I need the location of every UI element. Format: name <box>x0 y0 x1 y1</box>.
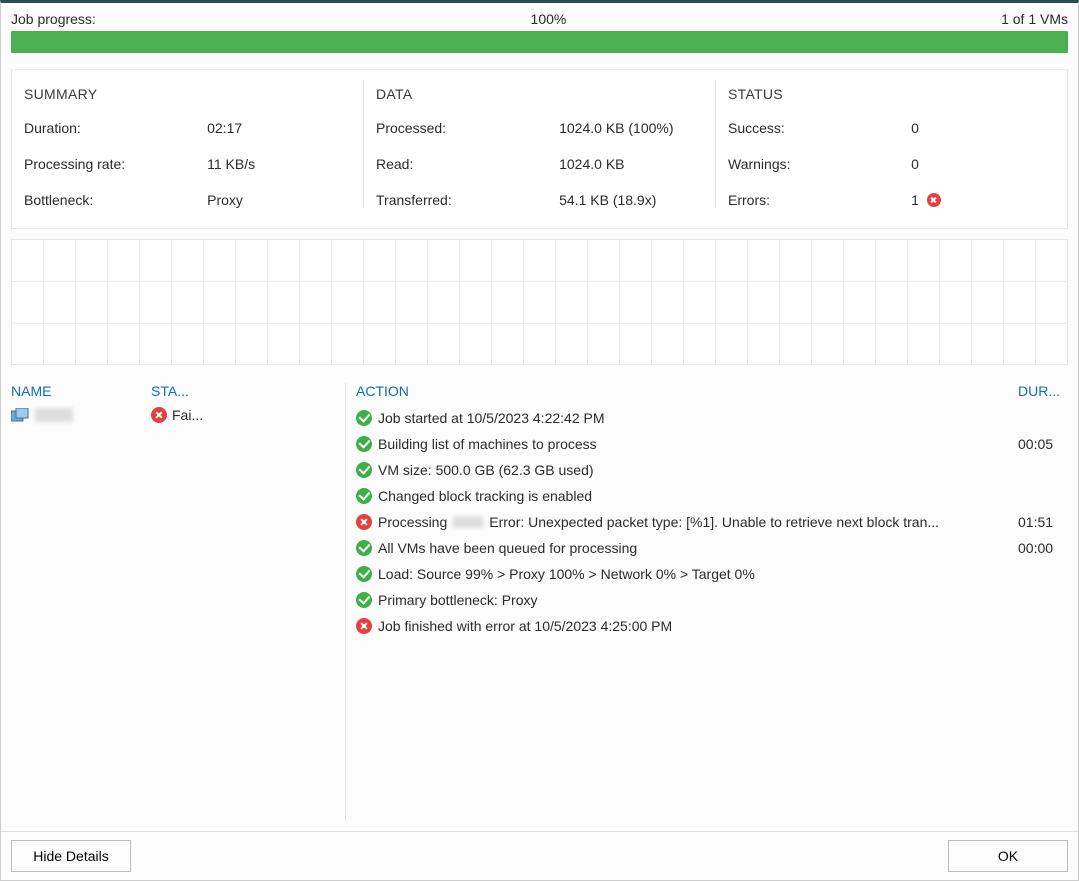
throughput-chart <box>11 239 1068 365</box>
stats-label: Errors: <box>728 192 911 208</box>
action-row[interactable]: Processing Error: Unexpected packet type… <box>356 509 1068 535</box>
action-duration: 00:00 <box>1018 537 1068 559</box>
success-icon <box>356 488 372 504</box>
action-text: Changed block tracking is enabled <box>356 485 1018 507</box>
vm-list: NAME STA... Fai... <box>11 383 346 821</box>
stats-value: 0 <box>911 120 1055 136</box>
success-icon <box>356 540 372 556</box>
action-text: Processing Error: Unexpected packet type… <box>356 511 1018 533</box>
action-text: VM size: 500.0 GB (62.3 GB used) <box>356 459 1018 481</box>
stats-row: Errors:1 <box>728 192 1055 208</box>
header-action[interactable]: ACTION <box>356 383 1018 399</box>
stats-row: Processed:1024.0 KB (100%) <box>376 120 703 136</box>
stats-value: 54.1 KB (18.9x) <box>559 192 703 208</box>
action-duration: 00:05 <box>1018 433 1068 455</box>
vm-status-cell: Fai... <box>151 407 337 423</box>
stats-value: 1024.0 KB (100%) <box>559 120 703 136</box>
success-icon <box>356 566 372 582</box>
progress-header: Job progress: 100% 1 of 1 VMs <box>11 11 1068 27</box>
action-row[interactable]: Job finished with error at 10/5/2023 4:2… <box>356 613 1068 639</box>
success-icon <box>356 462 372 478</box>
stats-value: 1024.0 KB <box>559 156 703 172</box>
action-row[interactable]: Changed block tracking is enabled <box>356 483 1068 509</box>
vm-icon <box>11 408 29 422</box>
success-icon <box>356 410 372 426</box>
stats-label: Duration: <box>24 120 207 136</box>
stats-row: Warnings:0 <box>728 156 1055 172</box>
stats-row: Processing rate:11 KB/s <box>24 156 351 172</box>
vm-row[interactable]: Fai... <box>11 405 337 425</box>
action-text: Job finished with error at 10/5/2023 4:2… <box>356 615 1018 637</box>
stats-value: 11 KB/s <box>207 156 351 172</box>
progress-bar <box>11 31 1068 53</box>
summary-title: SUMMARY <box>24 80 351 102</box>
action-duration: 01:51 <box>1018 511 1068 533</box>
action-text: Primary bottleneck: Proxy <box>356 589 1018 611</box>
stats-label: Transferred: <box>376 192 559 208</box>
error-icon <box>356 514 372 530</box>
data-column: DATA Processed:1024.0 KB (100%)Read:1024… <box>363 80 716 208</box>
action-row[interactable]: All VMs have been queued for processing0… <box>356 535 1068 561</box>
stats-value: Proxy <box>207 192 351 208</box>
stats-label: Success: <box>728 120 911 136</box>
stats-section: SUMMARY Duration:02:17Processing rate:11… <box>1 59 1078 239</box>
success-icon <box>356 592 372 608</box>
status-column: STATUS Success:0Warnings:0Errors:1 <box>716 80 1067 208</box>
stats-row: Bottleneck:Proxy <box>24 192 351 208</box>
stats-label: Read: <box>376 156 559 172</box>
vm-name-cell <box>11 408 151 422</box>
stats-label: Processed: <box>376 120 559 136</box>
action-row[interactable]: Primary bottleneck: Proxy <box>356 587 1068 613</box>
hide-details-button[interactable]: Hide Details <box>11 840 131 872</box>
action-row[interactable]: Load: Source 99% > Proxy 100% > Network … <box>356 561 1068 587</box>
action-row[interactable]: Job started at 10/5/2023 4:22:42 PM <box>356 405 1068 431</box>
header-status[interactable]: STA... <box>151 383 337 399</box>
progress-percent: 100% <box>96 11 1001 27</box>
error-icon <box>151 407 167 423</box>
stats-label: Processing rate: <box>24 156 207 172</box>
action-text: Building list of machines to process <box>356 433 1018 455</box>
stats-row: Transferred:54.1 KB (18.9x) <box>376 192 703 208</box>
error-icon <box>356 618 372 634</box>
action-row[interactable]: VM size: 500.0 GB (62.3 GB used) <box>356 457 1068 483</box>
stats-label: Warnings: <box>728 156 911 172</box>
stats-row: Duration:02:17 <box>24 120 351 136</box>
action-log: ACTION DUR... Job started at 10/5/2023 4… <box>346 383 1068 821</box>
job-status-window: Job progress: 100% 1 of 1 VMs SUMMARY Du… <box>0 0 1079 881</box>
progress-section: Job progress: 100% 1 of 1 VMs <box>1 3 1078 59</box>
summary-column: SUMMARY Duration:02:17 Processing rate:11… <box>12 80 363 208</box>
stats-label: Bottleneck: <box>24 192 207 208</box>
action-text: Job started at 10/5/2023 4:22:42 PM <box>356 407 1018 429</box>
stats-value: 02:17 <box>207 120 351 136</box>
header-name[interactable]: NAME <box>11 383 151 399</box>
ok-button[interactable]: OK <box>948 840 1068 872</box>
success-icon <box>356 436 372 452</box>
stats-row: Read:1024.0 KB <box>376 156 703 172</box>
footer: Hide Details OK <box>1 831 1078 880</box>
vm-column-headers: NAME STA... <box>11 383 337 405</box>
details-section: NAME STA... Fai... ACTION DUR... Job sta… <box>1 375 1078 831</box>
action-rows[interactable]: Job started at 10/5/2023 4:22:42 PMBuild… <box>356 405 1068 821</box>
status-title: STATUS <box>728 80 1055 102</box>
progress-vm-count: 1 of 1 VMs <box>1001 11 1068 27</box>
header-duration[interactable]: DUR... <box>1018 383 1068 399</box>
stats-value: 0 <box>911 156 1055 172</box>
action-text: All VMs have been queued for processing <box>356 537 1018 559</box>
stats-row: Success:0 <box>728 120 1055 136</box>
stats-value: 1 <box>911 192 1055 208</box>
progress-label: Job progress: <box>11 11 96 27</box>
action-column-headers: ACTION DUR... <box>356 383 1068 405</box>
vm-name-redacted <box>35 408 73 422</box>
error-icon <box>927 193 941 207</box>
stats-panel: SUMMARY Duration:02:17Processing rate:11… <box>11 69 1068 229</box>
action-text: Load: Source 99% > Proxy 100% > Network … <box>356 563 1018 585</box>
action-row[interactable]: Building list of machines to process00:0… <box>356 431 1068 457</box>
redacted-text <box>453 516 483 528</box>
data-title: DATA <box>376 80 703 102</box>
chart-gridlines <box>12 240 1067 364</box>
chart-section <box>1 239 1078 375</box>
